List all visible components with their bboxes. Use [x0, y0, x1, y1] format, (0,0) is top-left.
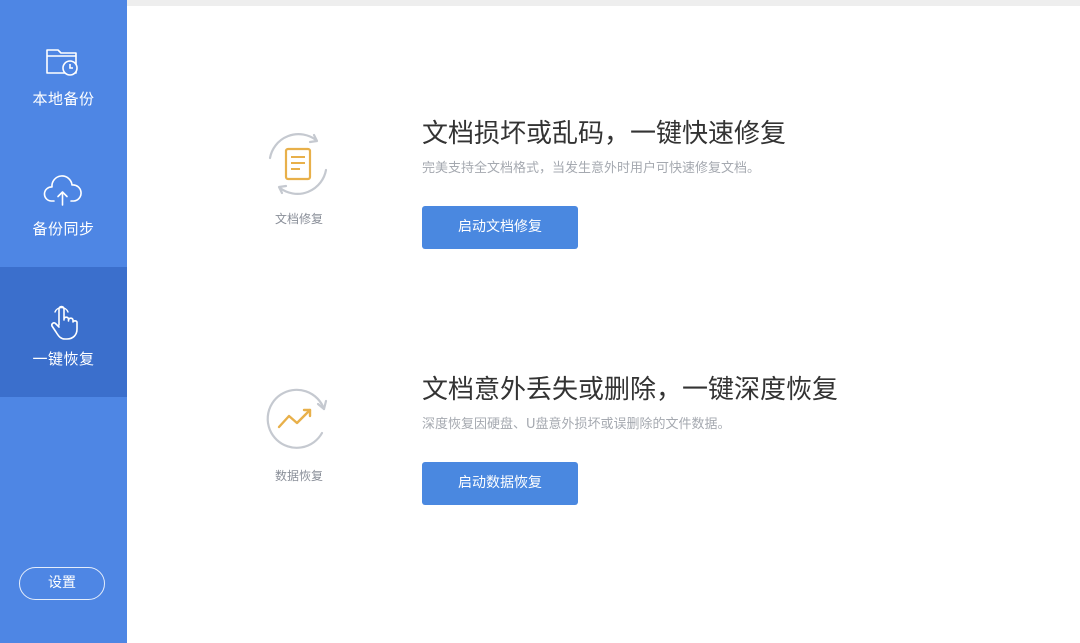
hand-pointer-icon: [43, 301, 83, 341]
sidebar: 本地备份 备份同步 一键恢复 设置: [0, 0, 127, 643]
sidebar-item-label: 一键恢复: [32, 350, 95, 368]
feature-icon-label: 数据恢复: [274, 469, 323, 483]
feature-description: 完美支持全文档格式，当发生意外时用户可快速修复文档。: [422, 161, 761, 176]
sidebar-item-label: 备份同步: [32, 220, 95, 238]
document-repair-icon: [262, 128, 334, 200]
feature-title: 文档损坏或乱码，一键快速修复: [422, 119, 787, 149]
settings-button[interactable]: 设置: [19, 567, 105, 600]
start-document-repair-button[interactable]: 启动文档修复: [422, 206, 578, 249]
start-data-recovery-button[interactable]: 启动数据恢复: [422, 462, 578, 505]
sidebar-item-backup-sync[interactable]: 备份同步: [0, 130, 127, 260]
app-window: 本地备份 备份同步 一键恢复 设置 文档修复 文档损坏或乱码，一键快速修复 完美…: [0, 0, 1080, 643]
sidebar-item-label: 本地备份: [32, 90, 95, 108]
folder-clock-icon: [43, 42, 83, 82]
feature-title: 文档意外丢失或删除，一键深度恢复: [422, 375, 839, 405]
feature-description: 深度恢复因硬盘、U盘意外损坏或误删除的文件数据。: [422, 417, 731, 432]
sidebar-item-one-click-restore[interactable]: 一键恢复: [0, 267, 127, 397]
feature-icon-label: 文档修复: [274, 212, 323, 226]
data-recovery-icon: [262, 383, 334, 455]
sidebar-item-local-backup[interactable]: 本地备份: [0, 0, 127, 130]
cloud-upload-icon: [43, 172, 83, 212]
top-bar: [127, 0, 1080, 6]
